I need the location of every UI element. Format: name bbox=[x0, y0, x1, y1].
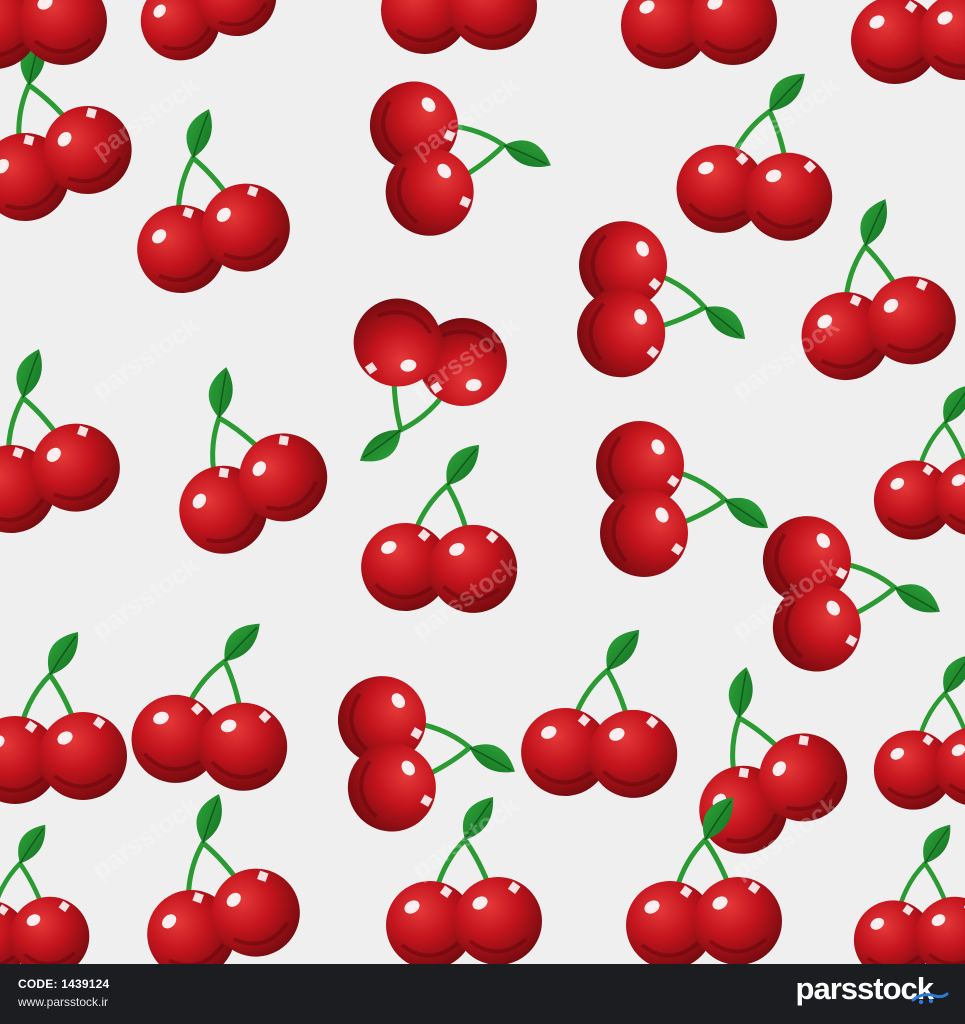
footer-bar: CODE: 1439124 www.parsstock.ir parsstock bbox=[0, 964, 965, 1024]
cherry-pattern-image: parsstock parsstock parsstock parsstock pars… bbox=[0, 0, 965, 964]
cherry-highlight bbox=[738, 767, 750, 779]
image-code: CODE: 1439124 bbox=[18, 977, 110, 991]
cherry-highlight bbox=[218, 467, 230, 479]
cherry-pair bbox=[851, 0, 965, 84]
footer-info: CODE: 1439124 www.parsstock.ir bbox=[18, 978, 109, 1008]
cherry-highlight bbox=[798, 735, 809, 746]
brand-logo: parsstock bbox=[796, 973, 949, 1005]
site-url: www.parsstock.ir bbox=[18, 995, 109, 1009]
cherry-pattern-canvas: parsstock parsstock parsstockparsstock pars… bbox=[0, 0, 965, 964]
brand-swoosh-icon bbox=[911, 992, 949, 1005]
cherry-highlight bbox=[278, 435, 289, 446]
